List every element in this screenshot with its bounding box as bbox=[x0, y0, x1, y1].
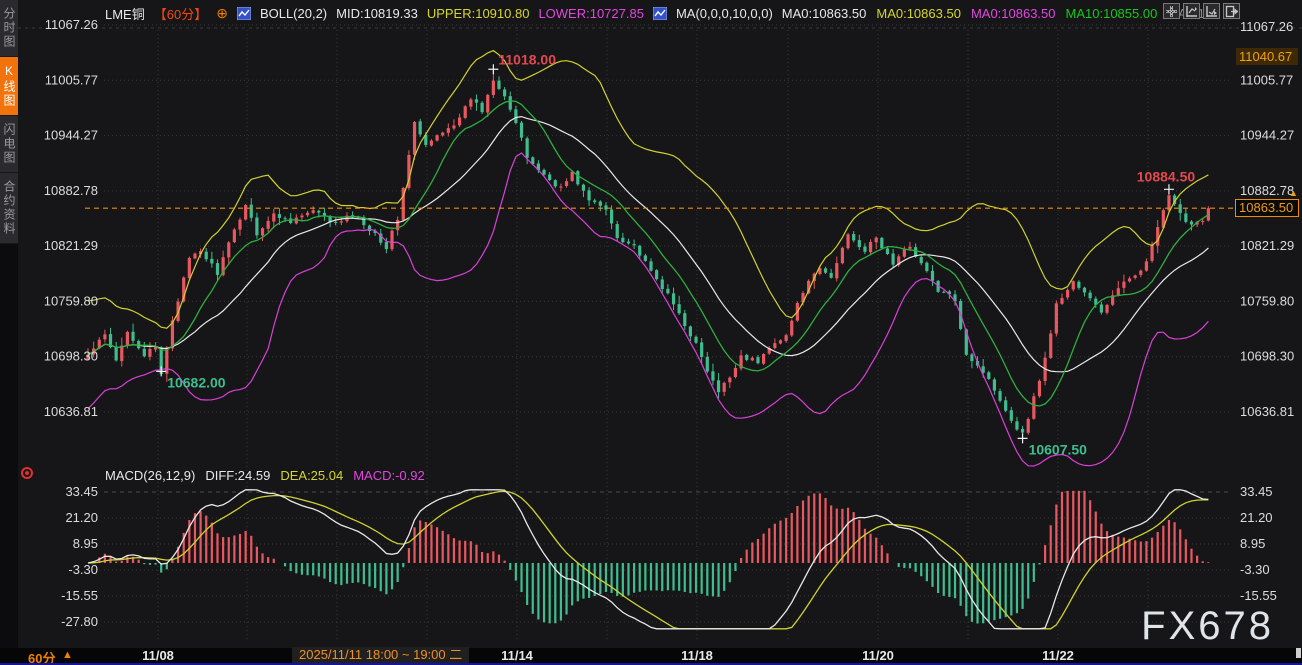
macd-target-icon[interactable] bbox=[21, 467, 33, 479]
svg-text:8.95: 8.95 bbox=[1240, 536, 1265, 551]
macd-dea-value: DEA:25.04 bbox=[280, 468, 343, 483]
svg-text:-15.55: -15.55 bbox=[61, 588, 98, 603]
svg-text:21.20: 21.20 bbox=[65, 510, 98, 525]
alert-price-label: 11040.67 bbox=[1236, 48, 1298, 65]
macd-diff-value: DIFF:24.59 bbox=[205, 468, 270, 483]
svg-text:33.45: 33.45 bbox=[65, 484, 98, 499]
svg-text:10882.78: 10882.78 bbox=[1240, 183, 1294, 198]
x-axis-date-label: 11/08 bbox=[142, 648, 174, 663]
x-axis-date-label: 11/22 bbox=[1042, 648, 1074, 663]
time-axis-bar: 60分 ▲ 11/0811/1411/1811/2011/22 2025/11/… bbox=[0, 648, 1302, 663]
svg-text:10821.29: 10821.29 bbox=[1240, 238, 1294, 253]
svg-text:21.20: 21.20 bbox=[1240, 510, 1273, 525]
svg-text:10759.80: 10759.80 bbox=[44, 293, 98, 308]
svg-text:-3.30: -3.30 bbox=[1240, 562, 1270, 577]
svg-text:8.95: 8.95 bbox=[73, 536, 98, 551]
indicator-lines-layer bbox=[85, 51, 1236, 466]
svg-text:10636.81: 10636.81 bbox=[44, 404, 98, 419]
macd-layer bbox=[88, 490, 1208, 629]
last-price-label: 10863.50 bbox=[1235, 199, 1299, 217]
svg-text:-15.55: -15.55 bbox=[1240, 588, 1277, 603]
svg-text:-27.80: -27.80 bbox=[61, 614, 98, 629]
svg-text:11067.26: 11067.26 bbox=[1240, 19, 1293, 34]
svg-text:11067.26: 11067.26 bbox=[45, 17, 98, 32]
x-axis-date-label: 11/20 bbox=[862, 648, 894, 663]
svg-text:10944.27: 10944.27 bbox=[44, 128, 98, 143]
svg-text:10884.50: 10884.50 bbox=[1137, 168, 1196, 184]
svg-text:33.45: 33.45 bbox=[1240, 484, 1273, 499]
price-flag-icon: ▲ bbox=[1289, 188, 1298, 198]
svg-text:11005.77: 11005.77 bbox=[1240, 72, 1293, 87]
trading-app: 分时图 K线图 闪电图 合约资料 LME铜 【60分】 ⊕ BOLL(20,2)… bbox=[0, 0, 1302, 665]
svg-text:10682.00: 10682.00 bbox=[167, 374, 226, 390]
svg-text:10698.30: 10698.30 bbox=[44, 349, 98, 364]
macd-legend: MACD(26,12,9) DIFF:24.59 DEA:25.04 MACD:… bbox=[105, 468, 425, 483]
scrollbar-handle[interactable] bbox=[1296, 648, 1301, 658]
crosshair-range-label: 2025/11/11 18:00 ~ 19:00 二 bbox=[292, 647, 469, 663]
x-axis-date-label: 11/18 bbox=[681, 648, 713, 663]
macd-hist-value: MACD:-0.92 bbox=[353, 468, 425, 483]
watermark: FX678 bbox=[1141, 604, 1274, 649]
svg-text:-3.30: -3.30 bbox=[68, 562, 98, 577]
svg-text:10698.30: 10698.30 bbox=[1240, 349, 1294, 364]
grid-layer bbox=[18, 25, 1302, 642]
chart-canvas: 11067.26 11067.26 11005.77 11005.77 10944.27… bbox=[0, 0, 1302, 648]
macd-params-label: MACD(26,12,9) bbox=[105, 468, 195, 483]
svg-text:10636.81: 10636.81 bbox=[1240, 404, 1294, 419]
svg-text:11005.77: 11005.77 bbox=[45, 72, 98, 87]
svg-text:10944.27: 10944.27 bbox=[1240, 128, 1294, 143]
x-axis-date-label: 11/14 bbox=[501, 648, 533, 663]
svg-text:11018.00: 11018.00 bbox=[498, 51, 556, 67]
candles-layer bbox=[86, 69, 1210, 438]
svg-text:10821.29: 10821.29 bbox=[44, 238, 98, 253]
svg-text:10882.78: 10882.78 bbox=[44, 183, 98, 198]
period-arrow-icon[interactable]: ▲ bbox=[62, 649, 73, 661]
svg-text:10759.80: 10759.80 bbox=[1240, 293, 1294, 308]
svg-text:10607.50: 10607.50 bbox=[1029, 441, 1088, 457]
